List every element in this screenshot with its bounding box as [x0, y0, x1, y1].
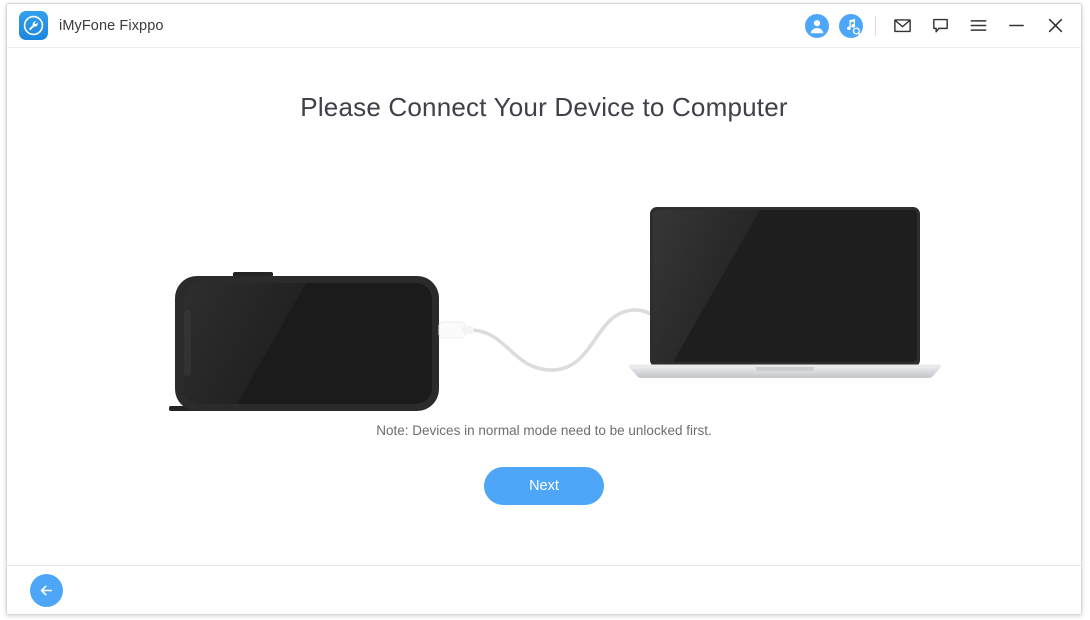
next-button[interactable]: Next	[484, 467, 604, 505]
footer-bar	[7, 565, 1081, 614]
mail-icon	[892, 15, 913, 36]
menu-button[interactable]	[959, 4, 997, 47]
title-bar: iMyFone Fixppo	[7, 4, 1081, 48]
note-text: Note: Devices in normal mode need to be …	[376, 423, 712, 438]
music-search-button[interactable]	[834, 4, 868, 47]
minimize-icon	[1006, 15, 1027, 36]
app-title: iMyFone Fixppo	[59, 17, 164, 34]
feedback-button[interactable]	[921, 4, 959, 47]
feedback-icon	[930, 15, 951, 36]
back-button[interactable]	[30, 574, 63, 607]
back-arrow-icon	[37, 581, 56, 600]
close-button[interactable]	[1035, 4, 1075, 47]
device-connection-illustration	[7, 198, 1081, 428]
app-brand: iMyFone Fixppo	[19, 11, 164, 40]
titlebar-divider	[875, 15, 876, 36]
mail-button[interactable]	[883, 4, 921, 47]
usb-cable-icon	[438, 308, 689, 372]
wrench-logo-icon	[19, 11, 48, 40]
title-bar-actions	[800, 4, 1081, 47]
account-icon	[805, 13, 829, 38]
laptop-icon	[629, 207, 941, 378]
close-icon	[1045, 15, 1066, 36]
menu-icon	[968, 15, 989, 36]
page-title: Please Connect Your Device to Computer	[300, 92, 788, 122]
minimize-button[interactable]	[997, 4, 1035, 47]
main-content: Please Connect Your Device to Computer N…	[7, 48, 1081, 565]
music-search-icon	[839, 13, 863, 38]
app-window: iMyFone Fixppo Please Connect Your Devic…	[6, 3, 1082, 615]
account-button[interactable]	[800, 4, 834, 47]
smartphone-icon	[169, 272, 439, 411]
